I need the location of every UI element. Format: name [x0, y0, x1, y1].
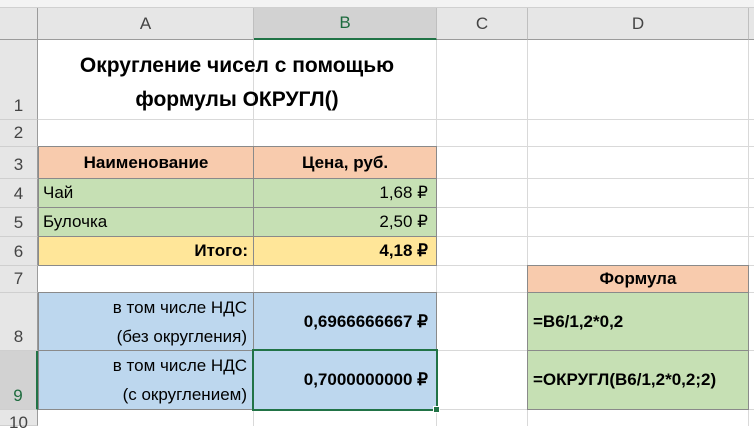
column-header-d[interactable]: D: [528, 8, 749, 40]
vat-no-round-line2: (без округления): [116, 326, 247, 346]
item-price-cell[interactable]: 1,68 ₽: [253, 178, 437, 208]
active-cell-border: [252, 349, 438, 411]
vat-rounded-line1: в том числе НДС: [112, 356, 247, 375]
vat-no-round-line1: в том числе НДС: [112, 297, 247, 317]
item-name-cell[interactable]: Чай: [38, 178, 254, 208]
row-header-10[interactable]: 10: [0, 410, 38, 432]
formula-cell-1[interactable]: =B6/1,2*0,2: [527, 292, 749, 351]
row-header-3[interactable]: 3: [0, 147, 38, 179]
title-line-2: формулы ОКРУГЛ(): [135, 88, 339, 111]
row-header-8[interactable]: 8: [0, 293, 38, 351]
table-header-name[interactable]: Наименование: [38, 146, 254, 179]
item-name-cell[interactable]: Булочка: [38, 207, 254, 237]
row-header-9[interactable]: 9: [0, 351, 38, 410]
row-header-6[interactable]: 6: [0, 237, 38, 266]
title-line-1: Округление чисел с помощью: [79, 54, 395, 77]
vat-no-round-value[interactable]: 0,6966666667 ₽: [253, 292, 437, 351]
formula-cell-2[interactable]: =ОКРУГЛ(B6/1,2*0,2;2): [527, 350, 749, 410]
select-all-corner[interactable]: [0, 8, 38, 40]
column-header-c[interactable]: C: [437, 8, 528, 40]
item-price-cell[interactable]: 2,50 ₽: [253, 207, 437, 237]
vat-no-round-label[interactable]: в том числе НДС (без округления): [38, 292, 254, 351]
row-header-4[interactable]: 4: [0, 179, 38, 208]
formula-header-cell[interactable]: Формула: [527, 265, 749, 293]
vat-rounded-line2: (с округлением): [122, 385, 247, 404]
fill-handle[interactable]: [433, 406, 440, 413]
row-header-7[interactable]: 7: [0, 266, 38, 293]
row-header-5[interactable]: 5: [0, 208, 38, 237]
sheet-title[interactable]: Округление чисел с помощью формулы ОКРУГ…: [38, 49, 436, 119]
column-header-a[interactable]: A: [38, 8, 254, 40]
total-value-cell[interactable]: 4,18 ₽: [253, 236, 437, 266]
column-header-e[interactable]: [749, 8, 754, 40]
column-header-b[interactable]: B: [254, 8, 437, 40]
vat-rounded-label[interactable]: в том числе НДС (с округлением): [38, 350, 254, 410]
row-header-2[interactable]: 2: [0, 120, 38, 147]
total-label-cell[interactable]: Итого:: [38, 236, 254, 266]
table-header-price[interactable]: Цена, руб.: [253, 146, 437, 179]
row-header-1[interactable]: 1: [0, 40, 38, 120]
header-top-strip: [0, 0, 754, 8]
